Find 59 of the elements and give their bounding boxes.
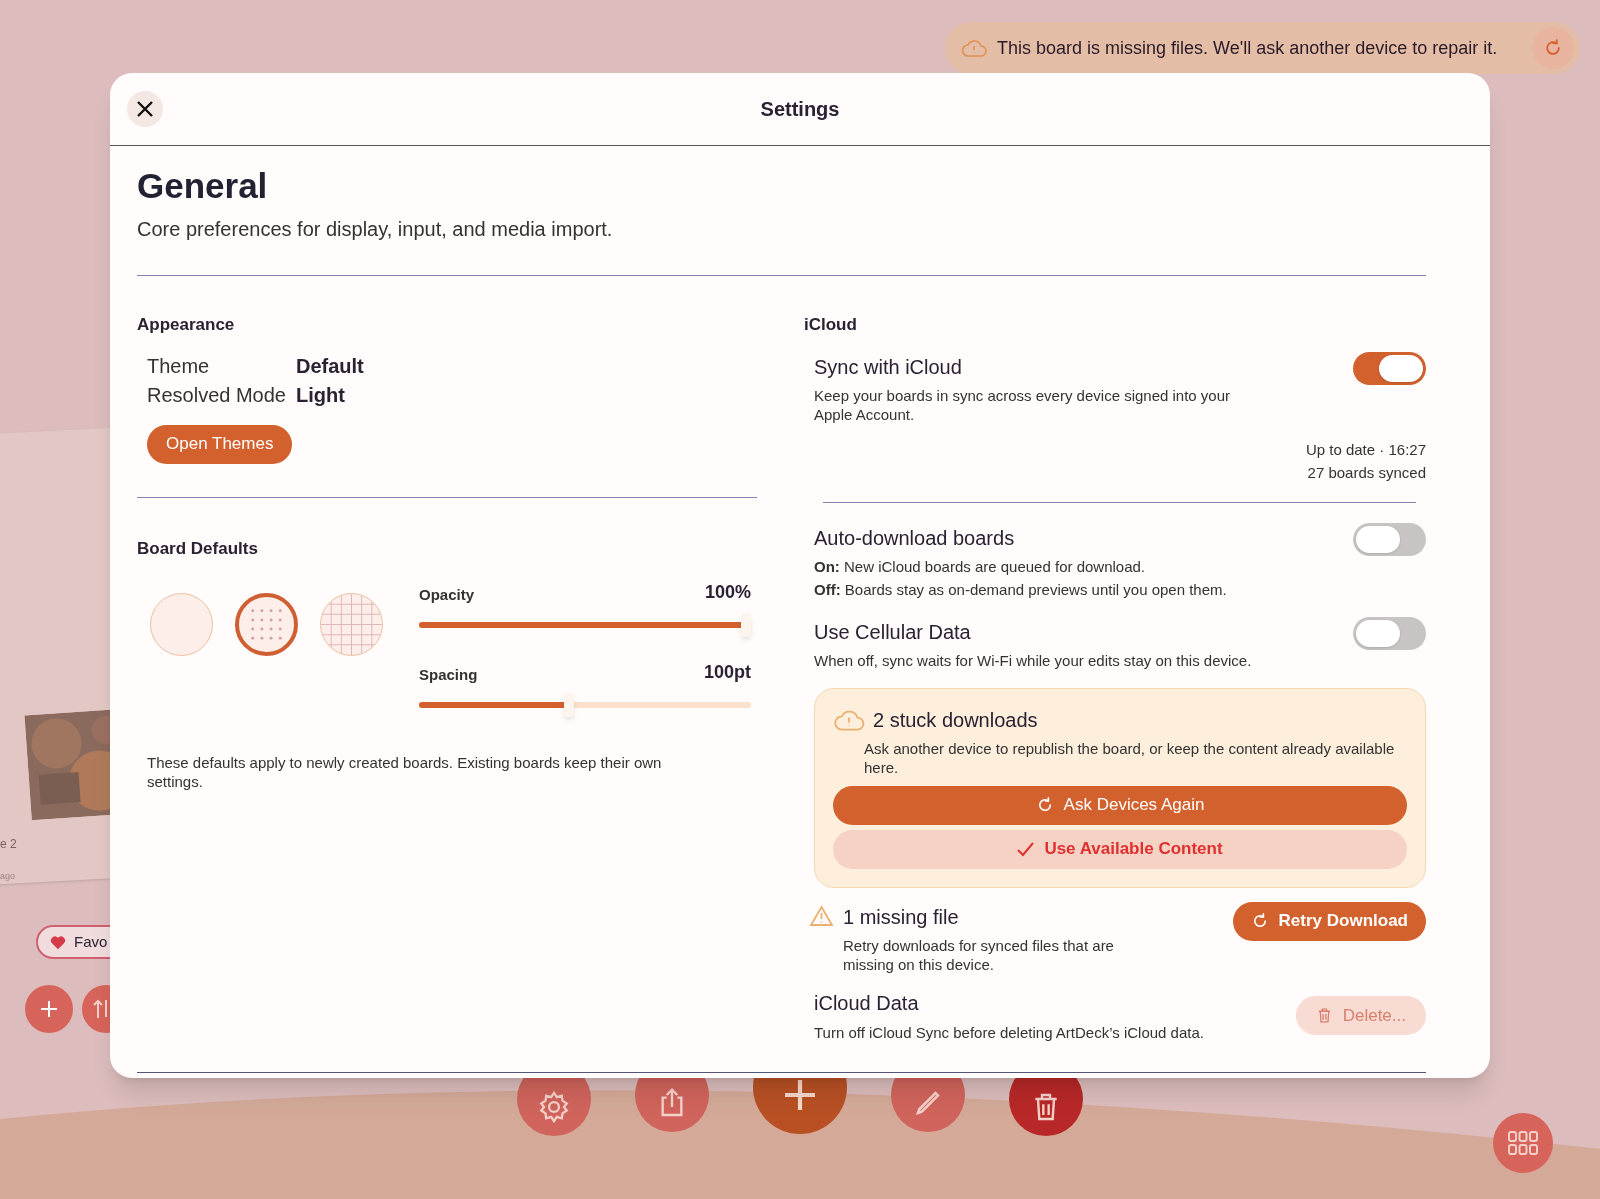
setting-value: Light — [295, 382, 346, 408]
plus-icon — [39, 999, 59, 1019]
card-description: Ask another device to republish the board, or keep the content already available here. — [864, 738, 1396, 777]
toggle-switch[interactable] — [1353, 522, 1426, 556]
setting-label: Theme — [147, 353, 211, 379]
checkmark-icon — [1017, 841, 1035, 857]
use-content-button[interactable]: Use Available Content — [833, 829, 1407, 869]
sync-status: Up to date · 16:27 — [1305, 439, 1426, 460]
section-heading: iCloud — [804, 314, 858, 336]
slider[interactable] — [419, 613, 751, 637]
retry-button[interactable] — [1532, 27, 1574, 69]
setting-title: Sync with iCloud — [814, 354, 963, 380]
modal-title: Settings — [760, 97, 840, 122]
board-defaults-note: These defaults apply to newly created boards. Existing boards keep their own settings. — [147, 753, 663, 791]
setting-value: Default — [295, 353, 365, 379]
setting-title: iCloud Data — [814, 990, 920, 1016]
setting-title: Auto-download boards — [814, 525, 1016, 551]
pencil-icon — [913, 1088, 943, 1118]
setting-description: When off, sync waits for Wi-Fi while your edits stay on this device. — [814, 650, 1252, 671]
add-button[interactable] — [25, 985, 73, 1033]
cloud-warning-icon — [961, 38, 987, 58]
toggle-switch[interactable] — [1353, 351, 1426, 385]
sync-status: 27 boards synced — [1307, 462, 1426, 483]
close-button[interactable] — [127, 91, 163, 127]
section-heading: Appearance — [137, 314, 236, 336]
refresh-icon — [1543, 38, 1563, 58]
slider[interactable] — [419, 693, 751, 717]
card-text: e 2 — [0, 836, 17, 853]
setting-label: Resolved Mode — [147, 382, 286, 408]
setting-description: Retry downloads for synced files that are missing on this device. — [843, 935, 1115, 974]
slider-thumb[interactable] — [741, 613, 751, 637]
card-text: ago — [0, 870, 16, 883]
banner-message: This board is missing files. We'll ask another device to repair it. — [997, 36, 1499, 60]
slider-label: Opacity — [419, 584, 475, 605]
warning-icon — [809, 904, 834, 927]
setting-description: Off: Boards stay as on-demand previews until you open them. — [814, 579, 1227, 600]
open-themes-button[interactable]: Open Themes — [147, 424, 293, 464]
setting-title: 1 missing file — [843, 904, 960, 930]
slider-value: 100pt — [703, 661, 751, 684]
retry-download-button[interactable]: Retry Download — [1232, 901, 1426, 941]
ask-devices-button[interactable]: Ask Devices Again — [833, 785, 1407, 825]
toggle-switch[interactable] — [1353, 616, 1426, 650]
setting-title: Use Cellular Data — [814, 619, 972, 645]
gear-icon — [537, 1090, 571, 1124]
setting-description: Turn off iCloud Sync before deleting ArtDeck’s iCloud data. — [814, 1022, 1204, 1043]
slider-thumb[interactable] — [563, 693, 574, 717]
plus-icon — [782, 1077, 818, 1113]
setting-description: On: New iCloud boards are queued for download. — [814, 556, 1147, 577]
setting-description: Keep your boards in sync across every device signed into your Apple Account. — [814, 385, 1232, 424]
card-title: 2 stuck downloads — [873, 707, 1038, 733]
close-icon — [136, 100, 154, 118]
grid-icon — [1507, 1130, 1539, 1156]
slider-value: 100% — [704, 581, 751, 604]
section-heading: Board Defaults — [137, 537, 259, 560]
page-subtitle: Core preferences for display, input, and media import. — [137, 217, 614, 242]
slider-label: Spacing — [419, 664, 478, 685]
heart-icon — [50, 934, 66, 950]
grid-button[interactable] — [1493, 1113, 1553, 1173]
page-title: General — [137, 165, 269, 207]
